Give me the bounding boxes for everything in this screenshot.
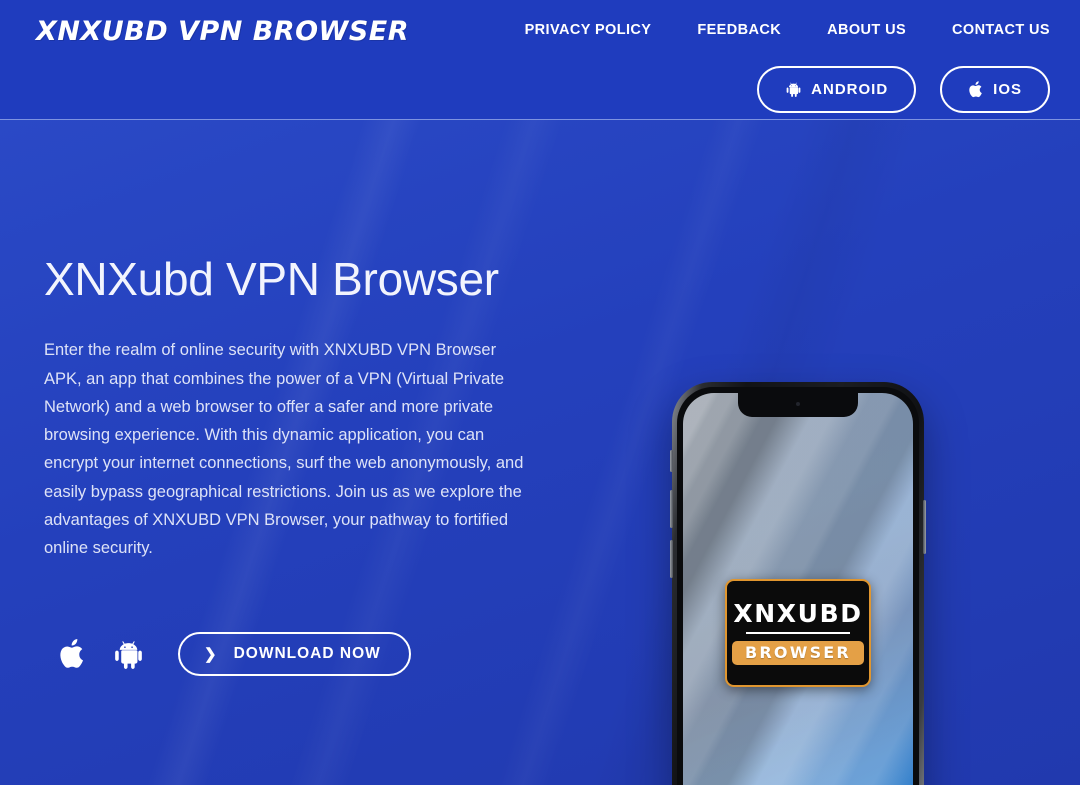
app-logo-subtitle: BROWSER	[732, 640, 864, 666]
phone-frame: XNXUBD BROWSER	[670, 382, 926, 785]
nav-item-about-us[interactable]: ABOUT US	[827, 22, 906, 38]
nav-item-feedback[interactable]: FEEDBACK	[697, 22, 781, 38]
download-now-label: DOWNLOAD NOW	[233, 645, 381, 662]
phone-notch	[738, 393, 858, 417]
hero-section: XNXubd VPN Browser Enter the realm of on…	[0, 120, 1080, 785]
phone-mockup: XNXUBD BROWSER	[670, 382, 926, 785]
phone-volume-down-button	[670, 540, 673, 578]
main-navigation: PRIVACY POLICY FEEDBACK ABOUT US CONTACT…	[525, 22, 1050, 38]
apple-icon[interactable]	[44, 637, 100, 671]
ios-button-label: IOS	[993, 81, 1022, 98]
phone-power-button	[923, 500, 926, 554]
hero-text-block: XNXubd VPN Browser Enter the realm of on…	[44, 255, 544, 563]
app-logo-divider	[746, 631, 850, 634]
android-download-button[interactable]: ANDROID	[757, 66, 917, 113]
download-now-button[interactable]: ❯ DOWNLOAD NOW	[178, 632, 411, 676]
app-logo-card: XNXUBD BROWSER	[725, 579, 871, 687]
nav-item-privacy-policy[interactable]: PRIVACY POLICY	[525, 22, 652, 38]
ios-download-button[interactable]: IOS	[940, 66, 1050, 113]
cta-row: ❯ DOWNLOAD NOW	[44, 632, 411, 676]
app-logo-title: XNXUBD	[733, 598, 863, 628]
nav-item-contact-us[interactable]: CONTACT US	[952, 22, 1050, 38]
phone-silent-switch	[670, 450, 673, 472]
site-header: XNXUBD VPN BROWSER PRIVACY POLICY FEEDBA…	[0, 0, 1080, 120]
chevron-right-icon: ❯	[204, 645, 218, 663]
phone-screen: XNXUBD BROWSER	[683, 393, 913, 785]
hero-description: Enter the realm of online security with …	[44, 341, 524, 558]
phone-bezel: XNXUBD BROWSER	[677, 387, 919, 785]
android-icon	[785, 81, 802, 98]
site-logo[interactable]: XNXUBD VPN BROWSER	[36, 16, 409, 47]
phone-volume-up-button	[670, 490, 673, 528]
android-button-label: ANDROID	[811, 81, 889, 98]
apple-icon	[968, 80, 984, 99]
android-icon[interactable]	[100, 638, 156, 671]
store-button-row: ANDROID IOS	[757, 66, 1050, 113]
front-camera-icon	[796, 402, 800, 406]
page-root: XNXUBD VPN BROWSER PRIVACY POLICY FEEDBA…	[0, 0, 1080, 785]
page-title: XNXubd VPN Browser	[44, 253, 499, 305]
